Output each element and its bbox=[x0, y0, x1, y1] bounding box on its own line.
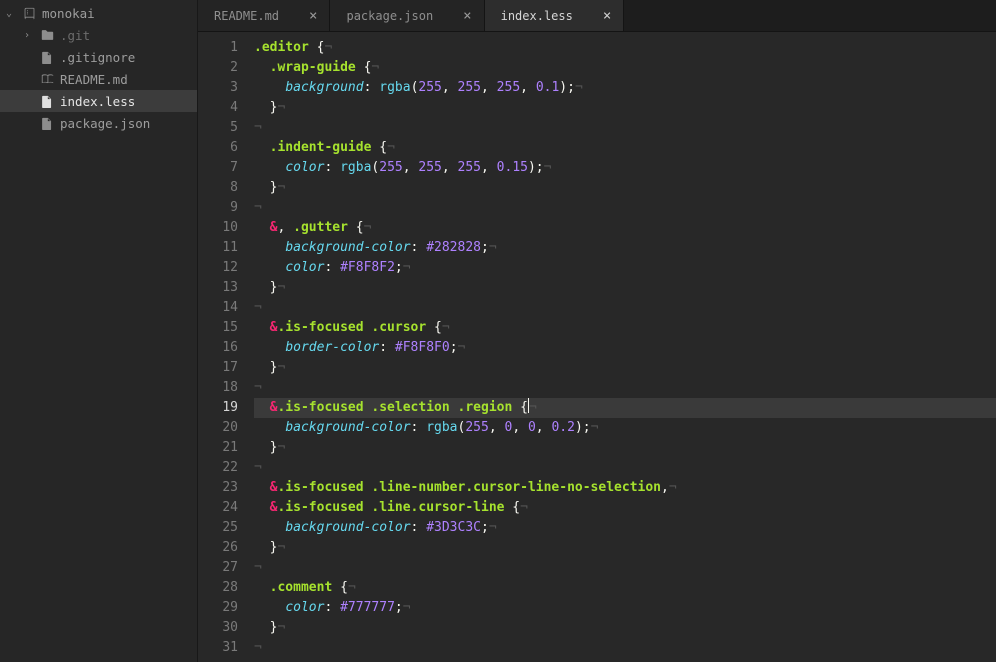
code-line[interactable]: border-color: #F8F8F0;¬ bbox=[254, 338, 996, 358]
line-number: 20 bbox=[198, 418, 238, 438]
line-number: 19 bbox=[198, 398, 238, 418]
file-icon bbox=[40, 51, 54, 64]
code-line[interactable]: .wrap-guide {¬ bbox=[254, 58, 996, 78]
tree-file-indexless[interactable]: index.less bbox=[0, 90, 197, 112]
line-number: 7 bbox=[198, 158, 238, 178]
line-number: 14 bbox=[198, 298, 238, 318]
tab-packagejson[interactable]: package.json × bbox=[330, 0, 484, 31]
tree-item-label: .git bbox=[60, 28, 90, 43]
code-line[interactable]: ¬ bbox=[254, 298, 996, 318]
tree-file-readme[interactable]: README.md bbox=[0, 68, 197, 90]
code-line[interactable]: .editor {¬ bbox=[254, 38, 996, 58]
tab-readme[interactable]: README.md × bbox=[198, 0, 330, 31]
file-icon bbox=[40, 95, 54, 108]
close-icon[interactable]: × bbox=[603, 9, 611, 23]
tab-label: README.md bbox=[214, 9, 279, 23]
line-number-gutter: 1234567891011121314151617181920212223242… bbox=[198, 32, 248, 662]
line-number: 6 bbox=[198, 138, 238, 158]
code-line[interactable]: background-color: #3D3C3C;¬ bbox=[254, 518, 996, 538]
editor-main: README.md × package.json × index.less × … bbox=[198, 0, 996, 662]
code-line[interactable]: ¬ bbox=[254, 638, 996, 658]
code-line[interactable]: ¬ bbox=[254, 458, 996, 478]
tree-item-label: .gitignore bbox=[60, 50, 135, 65]
code-line[interactable]: ¬ bbox=[254, 118, 996, 138]
file-icon bbox=[40, 117, 54, 130]
code-line[interactable]: background-color: rgba(255, 0, 0, 0.2);¬ bbox=[254, 418, 996, 438]
code-line[interactable]: &, .gutter {¬ bbox=[254, 218, 996, 238]
code-line[interactable]: }¬ bbox=[254, 358, 996, 378]
line-number: 8 bbox=[198, 178, 238, 198]
code-line[interactable]: ¬ bbox=[254, 198, 996, 218]
folder-icon bbox=[40, 29, 54, 41]
code-line[interactable]: }¬ bbox=[254, 178, 996, 198]
code-line[interactable]: }¬ bbox=[254, 278, 996, 298]
code-line[interactable]: color: rgba(255, 255, 255, 0.15);¬ bbox=[254, 158, 996, 178]
line-number: 10 bbox=[198, 218, 238, 238]
line-number: 17 bbox=[198, 358, 238, 378]
chevron-down-icon: ⌄ bbox=[6, 8, 16, 19]
code-line[interactable]: &.is-focused .selection .region {¬ bbox=[254, 398, 996, 418]
tab-label: package.json bbox=[346, 9, 433, 23]
line-number: 22 bbox=[198, 458, 238, 478]
tab-bar: README.md × package.json × index.less × bbox=[198, 0, 996, 32]
code-line[interactable]: color: #F8F8F2;¬ bbox=[254, 258, 996, 278]
close-icon[interactable]: × bbox=[309, 9, 317, 23]
tree-item-label: index.less bbox=[60, 94, 135, 109]
code-line[interactable]: .indent-guide {¬ bbox=[254, 138, 996, 158]
code-line[interactable]: ¬ bbox=[254, 558, 996, 578]
line-number: 30 bbox=[198, 618, 238, 638]
tree-item-label: package.json bbox=[60, 116, 150, 131]
line-number: 21 bbox=[198, 438, 238, 458]
line-number: 2 bbox=[198, 58, 238, 78]
line-number: 23 bbox=[198, 478, 238, 498]
line-number: 11 bbox=[198, 238, 238, 258]
project-root-row[interactable]: ⌄ monokai bbox=[0, 2, 197, 24]
line-number: 16 bbox=[198, 338, 238, 358]
code-line[interactable]: &.is-focused .cursor {¬ bbox=[254, 318, 996, 338]
code-line[interactable]: background-color: #282828;¬ bbox=[254, 238, 996, 258]
code-area[interactable]: .editor {¬ .wrap-guide {¬ background: rg… bbox=[248, 32, 996, 662]
code-line[interactable]: }¬ bbox=[254, 438, 996, 458]
code-line[interactable]: &.is-focused .line.cursor-line {¬ bbox=[254, 498, 996, 518]
code-line[interactable]: ¬ bbox=[254, 378, 996, 398]
line-number: 13 bbox=[198, 278, 238, 298]
repo-icon bbox=[22, 7, 36, 20]
line-number: 15 bbox=[198, 318, 238, 338]
line-number: 31 bbox=[198, 638, 238, 658]
line-number: 29 bbox=[198, 598, 238, 618]
line-number: 9 bbox=[198, 198, 238, 218]
tree-file-gitignore[interactable]: .gitignore bbox=[0, 46, 197, 68]
code-editor[interactable]: 1234567891011121314151617181920212223242… bbox=[198, 32, 996, 662]
line-number: 27 bbox=[198, 558, 238, 578]
code-line[interactable]: }¬ bbox=[254, 538, 996, 558]
code-line[interactable]: }¬ bbox=[254, 618, 996, 638]
line-number: 26 bbox=[198, 538, 238, 558]
line-number: 24 bbox=[198, 498, 238, 518]
line-number: 4 bbox=[198, 98, 238, 118]
line-number: 18 bbox=[198, 378, 238, 398]
chevron-right-icon: › bbox=[24, 30, 34, 41]
tree-item-label: README.md bbox=[60, 72, 128, 87]
line-number: 25 bbox=[198, 518, 238, 538]
tree-folder-git[interactable]: › .git bbox=[0, 24, 197, 46]
code-line[interactable]: color: #777777;¬ bbox=[254, 598, 996, 618]
line-number: 1 bbox=[198, 38, 238, 58]
line-number: 3 bbox=[198, 78, 238, 98]
tab-indexless[interactable]: index.less × bbox=[485, 0, 625, 31]
close-icon[interactable]: × bbox=[463, 9, 471, 23]
tab-label: index.less bbox=[501, 9, 573, 23]
code-line[interactable]: }¬ bbox=[254, 98, 996, 118]
code-line[interactable]: background: rgba(255, 255, 255, 0.1);¬ bbox=[254, 78, 996, 98]
file-tree-sidebar: ⌄ monokai › .git .gitignore README.md in… bbox=[0, 0, 198, 662]
project-root-label: monokai bbox=[42, 6, 95, 21]
line-number: 5 bbox=[198, 118, 238, 138]
line-number: 12 bbox=[198, 258, 238, 278]
line-number: 28 bbox=[198, 578, 238, 598]
tree-file-packagejson[interactable]: package.json bbox=[0, 112, 197, 134]
code-line[interactable]: &.is-focused .line-number.cursor-line-no… bbox=[254, 478, 996, 498]
code-line[interactable]: .comment {¬ bbox=[254, 578, 996, 598]
book-icon bbox=[40, 73, 54, 85]
